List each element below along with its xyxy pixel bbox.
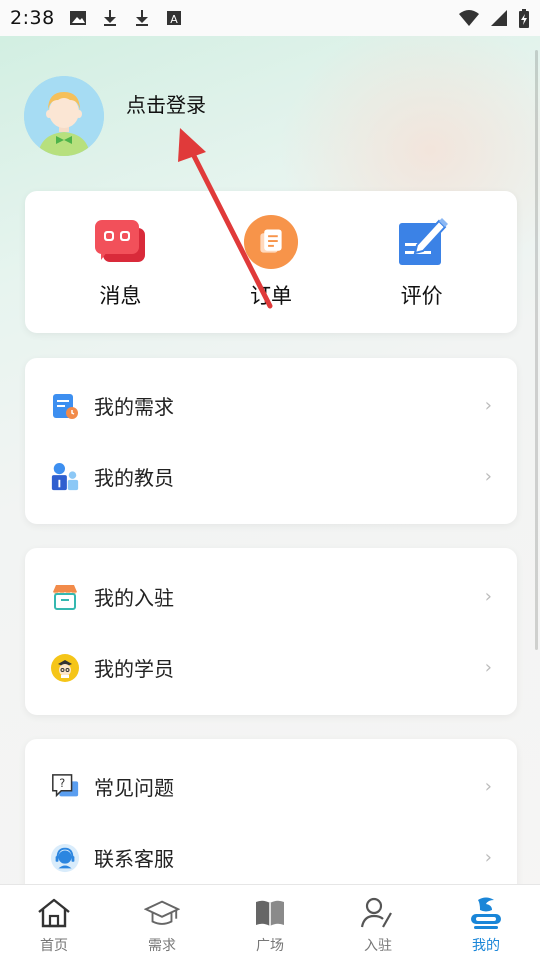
profile-icon — [468, 895, 504, 931]
menu-group-enrollment: 我的入驻 › 我的学员 › — [25, 548, 517, 715]
menu-item-label: 常见问题 — [94, 776, 174, 800]
book-icon — [252, 895, 288, 931]
quick-actions-card: 消息 订单 评价 — [25, 191, 517, 333]
status-time: 2:38 — [10, 7, 55, 29]
bottom-navigation: 首页 需求 广场 入驻 我的 — [0, 884, 540, 960]
profile-header[interactable]: 点击登录 — [24, 76, 206, 156]
menu-item-my-teachers[interactable]: 我的教员 › — [25, 441, 517, 512]
menu-item-my-students[interactable]: 我的学员 › — [25, 632, 517, 703]
menu-item-label: 联系客服 — [94, 847, 174, 871]
nav-demand[interactable]: 需求 — [108, 885, 216, 960]
store-icon — [50, 582, 80, 612]
chevron-right-icon: › — [484, 395, 492, 416]
nav-label: 入驻 — [364, 938, 392, 954]
quick-action-reviews[interactable]: 评价 — [367, 214, 477, 310]
wifi-icon — [458, 9, 480, 27]
menu-group-help: ? 常见问题 › 联系客服 › — [25, 739, 517, 899]
nav-label: 我的 — [472, 938, 500, 954]
quick-action-label: 评价 — [400, 284, 443, 308]
faq-icon: ? — [50, 772, 80, 802]
download-icon — [133, 9, 151, 27]
nav-enroll[interactable]: 入驻 — [324, 885, 432, 960]
svg-text:?: ? — [59, 777, 65, 790]
nav-label: 首页 — [40, 938, 68, 954]
cell-signal-icon — [490, 9, 508, 27]
scrollbar[interactable] — [535, 50, 538, 650]
request-icon — [50, 391, 80, 421]
order-icon — [243, 214, 299, 270]
customer-service-icon — [50, 843, 80, 873]
home-icon — [36, 895, 72, 931]
nav-square[interactable]: 广场 — [216, 885, 324, 960]
quick-action-label: 订单 — [249, 284, 292, 308]
nav-label: 需求 — [148, 938, 176, 954]
person-edit-icon — [360, 895, 396, 931]
svg-text:A: A — [170, 13, 178, 26]
menu-group-demand: 我的需求 › 我的教员 › — [25, 358, 517, 524]
nav-mine[interactable]: 我的 — [432, 885, 540, 960]
menu-item-label: 我的需求 — [94, 395, 174, 419]
font-icon: A — [165, 9, 183, 27]
chevron-right-icon: › — [484, 657, 492, 678]
teacher-icon — [50, 462, 80, 492]
menu-item-label: 我的学员 — [94, 657, 174, 681]
message-icon — [92, 214, 148, 270]
login-prompt[interactable]: 点击登录 — [126, 89, 206, 118]
nav-label: 广场 — [256, 938, 284, 954]
status-bar: 2:38 A — [0, 0, 540, 36]
menu-item-label: 我的教员 — [94, 466, 174, 490]
battery-charging-icon — [518, 9, 530, 28]
download-icon — [101, 9, 119, 27]
edit-review-icon — [394, 214, 450, 270]
quick-action-label: 消息 — [99, 284, 142, 308]
chevron-right-icon: › — [484, 586, 492, 607]
nav-home[interactable]: 首页 — [0, 885, 108, 960]
menu-item-my-settlement[interactable]: 我的入驻 › — [25, 561, 517, 632]
menu-item-faq[interactable]: ? 常见问题 › — [25, 751, 517, 822]
student-icon — [50, 653, 80, 683]
screen: 2:38 A 点击登录 消息 订单 评价 我的需求 › 我的教员 › 我的入驻 … — [0, 0, 540, 960]
chevron-right-icon: › — [484, 466, 492, 487]
menu-item-label: 我的入驻 — [94, 586, 174, 610]
menu-item-my-requests[interactable]: 我的需求 › — [25, 370, 517, 441]
quick-action-orders[interactable]: 订单 — [216, 214, 326, 310]
quick-action-messages[interactable]: 消息 — [65, 214, 175, 310]
image-icon — [69, 9, 87, 27]
chevron-right-icon: › — [484, 847, 492, 868]
graduation-cap-icon — [144, 895, 180, 931]
menu-item-contact-support[interactable]: 联系客服 › — [25, 822, 517, 893]
chevron-right-icon: › — [484, 776, 492, 797]
avatar[interactable] — [24, 76, 104, 156]
